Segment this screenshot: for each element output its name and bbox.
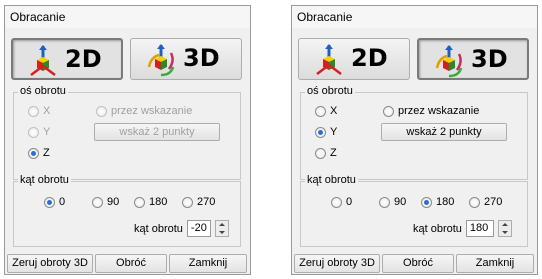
spin-arrows-icon[interactable] (497, 220, 512, 237)
axis-y-label: Y (43, 126, 51, 138)
angle-0-label: 0 (59, 196, 66, 208)
angle-group: kąt obrotu 0 90 180 270 kąt obrotu 180 (300, 174, 528, 247)
angle-group-label: kąt obrotu (305, 174, 358, 186)
radio-dot (379, 196, 390, 208)
reset-3d-button[interactable]: Zeruj obroty 3D (7, 254, 93, 273)
radio-dot (421, 196, 432, 208)
mode-3d-button[interactable]: 3D (130, 38, 242, 80)
dialog-title: Obracanie (292, 6, 537, 28)
radio-dot (469, 196, 480, 208)
angle-270-radio[interactable]: 270 (469, 196, 502, 208)
angle-input[interactable]: 180 (465, 220, 494, 237)
rotate-button[interactable]: Obróć (382, 254, 454, 273)
mode-2d-label: 2D (65, 45, 102, 73)
axes-cube-rotate-icon (435, 45, 463, 78)
pick-two-points-button[interactable]: wskaż 2 punkty (94, 123, 220, 141)
mode-2d-label: 2D (351, 44, 388, 72)
by-pointing-radio[interactable]: przez wskazanie (383, 105, 479, 117)
angle-270-label: 270 (484, 196, 503, 208)
rotate-dialog-2d: Obracanie 2D 3D oś obrotu X Y Z przez ws… (4, 5, 251, 275)
angle-90-label: 90 (107, 196, 120, 208)
angle-spinner: kąt obrotu 180 (413, 220, 512, 237)
axis-y-label: Y (330, 126, 338, 138)
mode-2d-button[interactable]: 2D (298, 38, 410, 80)
angle-0-radio[interactable]: 0 (44, 196, 65, 208)
by-pointing-radio[interactable]: przez wskazanie (96, 105, 192, 117)
close-button[interactable]: Zamknij (169, 254, 247, 273)
pick-two-points-button[interactable]: wskaż 2 punkty (381, 123, 507, 141)
angle-field-label: kąt obrotu (413, 222, 462, 235)
angle-180-radio[interactable]: 180 (421, 196, 454, 208)
axis-group-label: oś obrotu (18, 85, 68, 97)
radio-dot (331, 196, 342, 208)
radio-dot (134, 196, 145, 208)
angle-field-label: kąt obrotu (134, 222, 183, 235)
axis-y-radio[interactable]: Y (315, 126, 337, 138)
axis-x-radio[interactable]: X (28, 105, 50, 117)
reset-3d-button[interactable]: Zeruj obroty 3D (294, 254, 380, 273)
radio-dot (96, 105, 107, 117)
axes-cube-icon (30, 45, 56, 76)
radio-dot (315, 126, 326, 138)
axis-z-label: Z (330, 147, 337, 159)
axes-cube-icon (316, 44, 342, 75)
axis-group-label: oś obrotu (305, 85, 355, 97)
by-pointing-label: przez wskazanie (111, 105, 193, 117)
angle-group: kąt obrotu 0 90 180 270 kąt obrotu -20 (13, 174, 241, 247)
rotate-dialog-3d: Obracanie 2D 3D oś obrotu X Y Z przez ws… (291, 5, 538, 275)
angle-270-radio[interactable]: 270 (182, 196, 215, 208)
angle-0-label: 0 (346, 196, 353, 208)
angle-180-label: 180 (149, 196, 168, 208)
radio-dot (92, 196, 103, 208)
radio-dot (44, 196, 55, 208)
mode-2d-button[interactable]: 2D (11, 38, 123, 80)
by-pointing-label: przez wskazanie (398, 105, 480, 117)
axis-x-label: X (330, 105, 338, 117)
angle-90-radio[interactable]: 90 (92, 196, 119, 208)
rotate-button[interactable]: Obróć (95, 254, 167, 273)
angle-90-radio[interactable]: 90 (379, 196, 406, 208)
radio-dot (28, 147, 39, 159)
axis-group: oś obrotu X Y Z przez wskazanie wskaż 2 … (13, 85, 241, 180)
dialog-title: Obracanie (5, 6, 250, 28)
radio-dot (182, 196, 193, 208)
mode-3d-label: 3D (183, 44, 220, 72)
axis-group: oś obrotu X Y Z przez wskazanie wskaż 2 … (300, 85, 528, 180)
axis-z-label: Z (43, 147, 50, 159)
angle-spinner: kąt obrotu -20 (134, 220, 229, 237)
angle-180-radio[interactable]: 180 (134, 196, 167, 208)
axis-z-radio[interactable]: Z (28, 147, 50, 159)
angle-90-label: 90 (394, 196, 407, 208)
mode-3d-button[interactable]: 3D (417, 38, 529, 80)
axis-x-label: X (43, 105, 51, 117)
spin-arrows-icon[interactable] (214, 220, 229, 237)
radio-dot (383, 105, 394, 117)
radio-dot (28, 126, 39, 138)
axes-cube-rotate-icon (147, 44, 175, 77)
radio-dot (315, 147, 326, 159)
angle-270-label: 270 (197, 196, 216, 208)
axis-z-radio[interactable]: Z (315, 147, 337, 159)
close-button[interactable]: Zamknij (456, 254, 534, 273)
axis-x-radio[interactable]: X (315, 105, 337, 117)
axis-y-radio[interactable]: Y (28, 126, 50, 138)
mode-3d-label: 3D (471, 45, 508, 73)
angle-group-label: kąt obrotu (18, 174, 71, 186)
angle-input[interactable]: -20 (186, 220, 211, 237)
angle-180-label: 180 (436, 196, 455, 208)
angle-0-radio[interactable]: 0 (331, 196, 352, 208)
radio-dot (315, 105, 326, 117)
radio-dot (28, 105, 39, 117)
